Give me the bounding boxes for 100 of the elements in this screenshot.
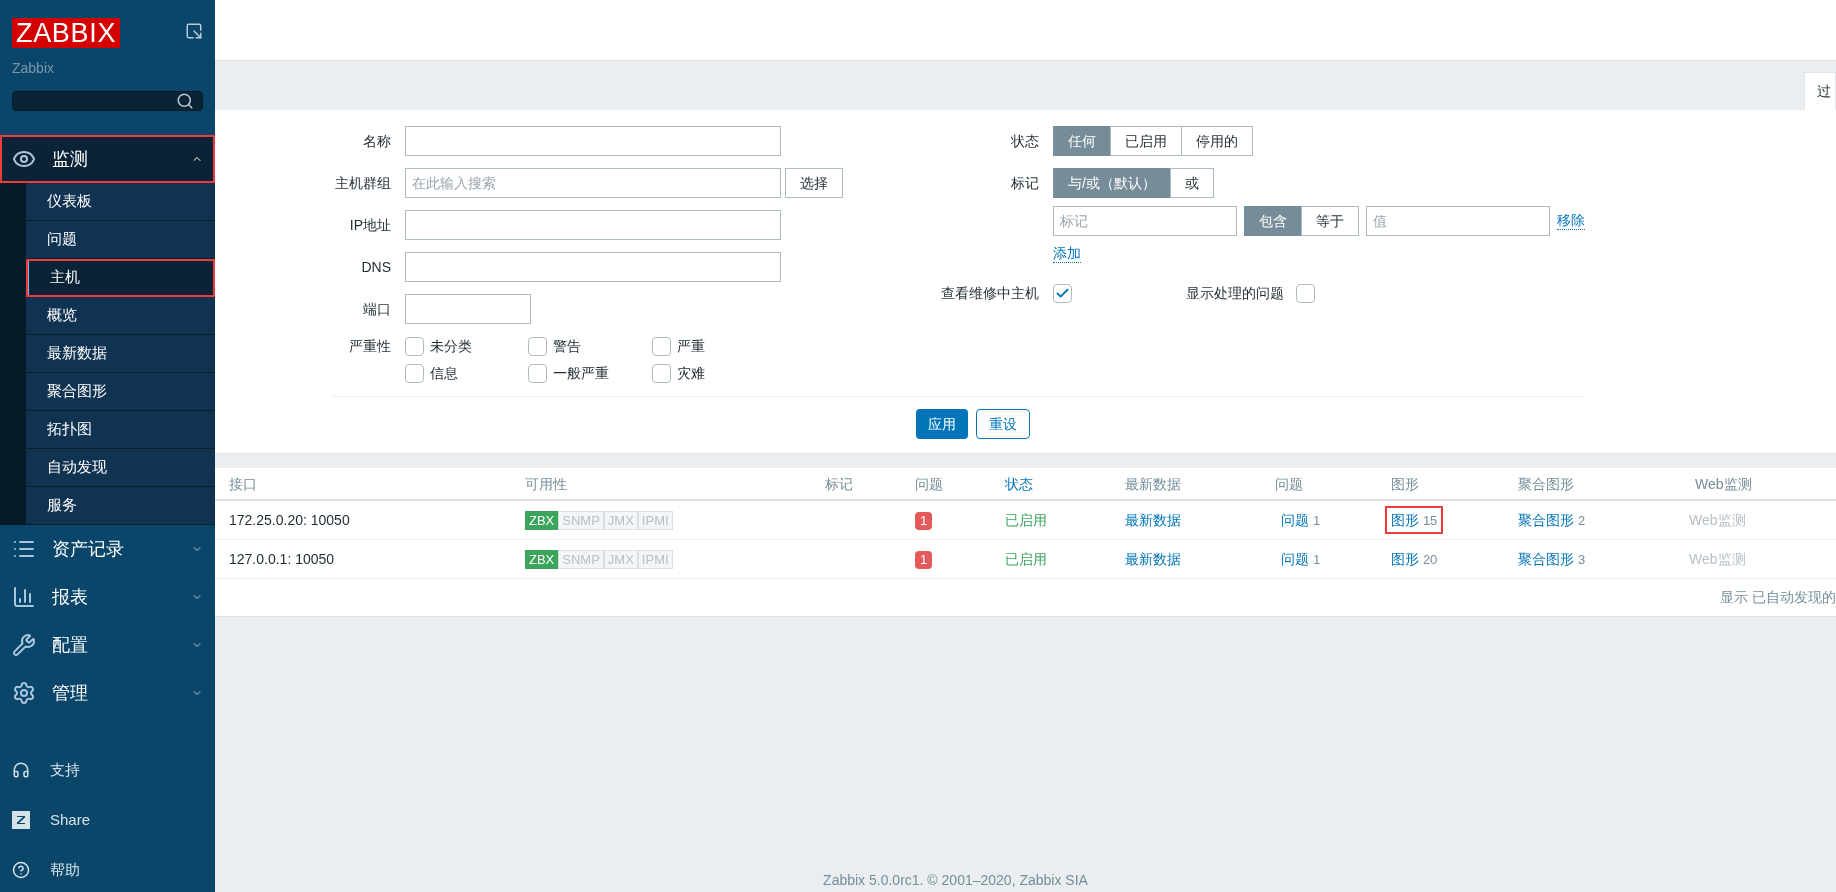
checkbox-label: 信息 <box>430 364 458 383</box>
count-link[interactable]: 图形 15 <box>1385 506 1444 534</box>
wrench-icon <box>12 633 36 657</box>
submenu-item[interactable]: 概览 <box>26 297 215 335</box>
collapse-icon[interactable] <box>185 22 203 40</box>
submenu-item[interactable]: 主机 <box>26 259 215 297</box>
reset-button[interactable]: 重设 <box>976 409 1030 439</box>
add-link[interactable]: 添加 <box>1053 245 1081 263</box>
menu-section[interactable]: 配置 <box>0 621 215 669</box>
menu-section[interactable]: 监测 <box>0 135 215 183</box>
checkbox-label: 灾难 <box>676 364 705 383</box>
menu-section[interactable]: 报表 <box>0 573 215 621</box>
availability-badge: IPMI <box>637 510 673 530</box>
availability-badge: ZBX <box>525 549 559 569</box>
availability-badge: SNMP <box>558 549 604 569</box>
field-label: 查看维修中主机 <box>940 283 1040 303</box>
column-header: 问题 <box>1275 475 1303 492</box>
column-header: 标记 <box>825 475 853 492</box>
field-label: 严重性 <box>348 337 392 356</box>
submenu-item[interactable]: 仪表板 <box>26 183 215 221</box>
field-label: DNS <box>360 257 392 277</box>
sidebar-link[interactable]: Share <box>0 795 215 845</box>
table-cell: 172.25.0.20: 10050 <box>229 512 350 528</box>
checkbox[interactable] <box>651 337 671 356</box>
input-field[interactable]: 值 <box>1366 206 1550 236</box>
availability-badge: IPMI <box>637 549 673 569</box>
filter-tab[interactable]: 过 <box>1804 72 1836 110</box>
column-header[interactable]: 状态 <box>1005 475 1033 492</box>
server-name: Zabbix <box>11 59 56 78</box>
column-header: 聚合图形 <box>1518 475 1574 492</box>
web-link: Web监测 <box>1689 551 1746 567</box>
latest-data-link[interactable]: 最新数据 <box>1125 512 1181 528</box>
checkbox[interactable] <box>1053 283 1072 303</box>
field-label: 状态 <box>1010 131 1040 151</box>
count-link[interactable]: 图形 20 <box>1385 545 1444 573</box>
input-field[interactable]: 标记 <box>1053 206 1237 236</box>
availability-badge: JMX <box>603 510 638 530</box>
count-link[interactable]: 聚合图形 2 <box>1512 506 1592 534</box>
select-button[interactable]: 选择 <box>785 168 843 198</box>
availability-badge: SNMP <box>558 510 604 530</box>
checkbox[interactable] <box>528 364 548 383</box>
problem-count[interactable]: 1 <box>915 512 933 530</box>
checkbox[interactable] <box>528 337 548 356</box>
field-label: IP地址 <box>348 215 392 235</box>
segment-option[interactable]: 停用的 <box>1181 126 1253 156</box>
sidebar-link[interactable]: 帮助 <box>0 845 215 892</box>
checkbox[interactable] <box>1296 283 1315 303</box>
column-header: Web监测 <box>1695 475 1752 492</box>
count-link[interactable]: 问题 1 <box>1275 506 1327 534</box>
search-icon[interactable] <box>176 92 194 110</box>
checkbox-label: 警告 <box>553 337 582 356</box>
submenu-item[interactable]: 聚合图形 <box>26 373 215 411</box>
column-header: 问题 <box>915 475 943 492</box>
help-icon <box>12 861 30 879</box>
column-header: 可用性 <box>525 475 567 492</box>
footer-text: Zabbix 5.0.0rc1. © 2001–2020, Zabbix SIA <box>823 871 1088 890</box>
gear-icon <box>12 681 36 705</box>
checkbox[interactable] <box>405 337 424 356</box>
submenu-item[interactable]: 服务 <box>26 487 215 525</box>
count-link[interactable]: 聚合图形 3 <box>1512 545 1592 573</box>
submenu-item[interactable]: 拓扑图 <box>26 411 215 449</box>
count-link[interactable]: 问题 1 <box>1275 545 1327 573</box>
checkbox-label: 严重 <box>676 337 705 356</box>
checkbox[interactable] <box>651 364 671 383</box>
bar-chart-icon <box>12 585 36 609</box>
input-field[interactable] <box>405 294 531 324</box>
input-field[interactable]: 在此输入搜索 <box>405 168 781 198</box>
checkbox-label: 未分类 <box>430 337 472 356</box>
availability-badge: ZBX <box>525 510 559 530</box>
input-field[interactable] <box>405 210 781 240</box>
input-field[interactable] <box>405 252 781 282</box>
column-header: 接口 <box>229 475 257 492</box>
availability-badge: JMX <box>603 549 638 569</box>
field-label: 端口 <box>362 299 392 319</box>
remove-link[interactable]: 移除 <box>1557 212 1585 230</box>
pager-text: 显示 已自动发现的 <box>1720 588 1836 607</box>
headset-icon <box>12 761 30 779</box>
field-label: 标记 <box>1010 173 1040 193</box>
zabbix-logo[interactable]: ZABBIX <box>12 18 121 48</box>
segment-option[interactable]: 已启用 <box>1110 126 1182 156</box>
segment-option[interactable]: 或 <box>1169 168 1214 198</box>
submenu-item[interactable]: 最新数据 <box>26 335 215 373</box>
column-header: 最新数据 <box>1125 475 1181 492</box>
menu-section[interactable]: 资产记录 <box>0 525 215 573</box>
submenu-item[interactable]: 自动发现 <box>26 449 215 487</box>
checkbox[interactable] <box>405 364 424 383</box>
apply-button[interactable]: 应用 <box>916 409 968 439</box>
input-field[interactable] <box>405 126 781 156</box>
checkbox-label: 一般严重 <box>553 364 610 383</box>
problem-count[interactable]: 1 <box>915 551 933 569</box>
search-field[interactable] <box>12 91 203 111</box>
sidebar-link[interactable]: 支持 <box>0 745 215 795</box>
submenu-item[interactable]: 问题 <box>26 221 215 259</box>
z-logo-icon <box>12 811 30 829</box>
menu-section[interactable]: 管理 <box>0 669 215 717</box>
segment-option[interactable]: 等于 <box>1301 206 1359 236</box>
table-cell: 127.0.0.1: 10050 <box>229 551 335 567</box>
field-label: 名称 <box>362 131 392 151</box>
field-label: 显示处理的问题 <box>1186 283 1285 303</box>
latest-data-link[interactable]: 最新数据 <box>1125 551 1181 567</box>
